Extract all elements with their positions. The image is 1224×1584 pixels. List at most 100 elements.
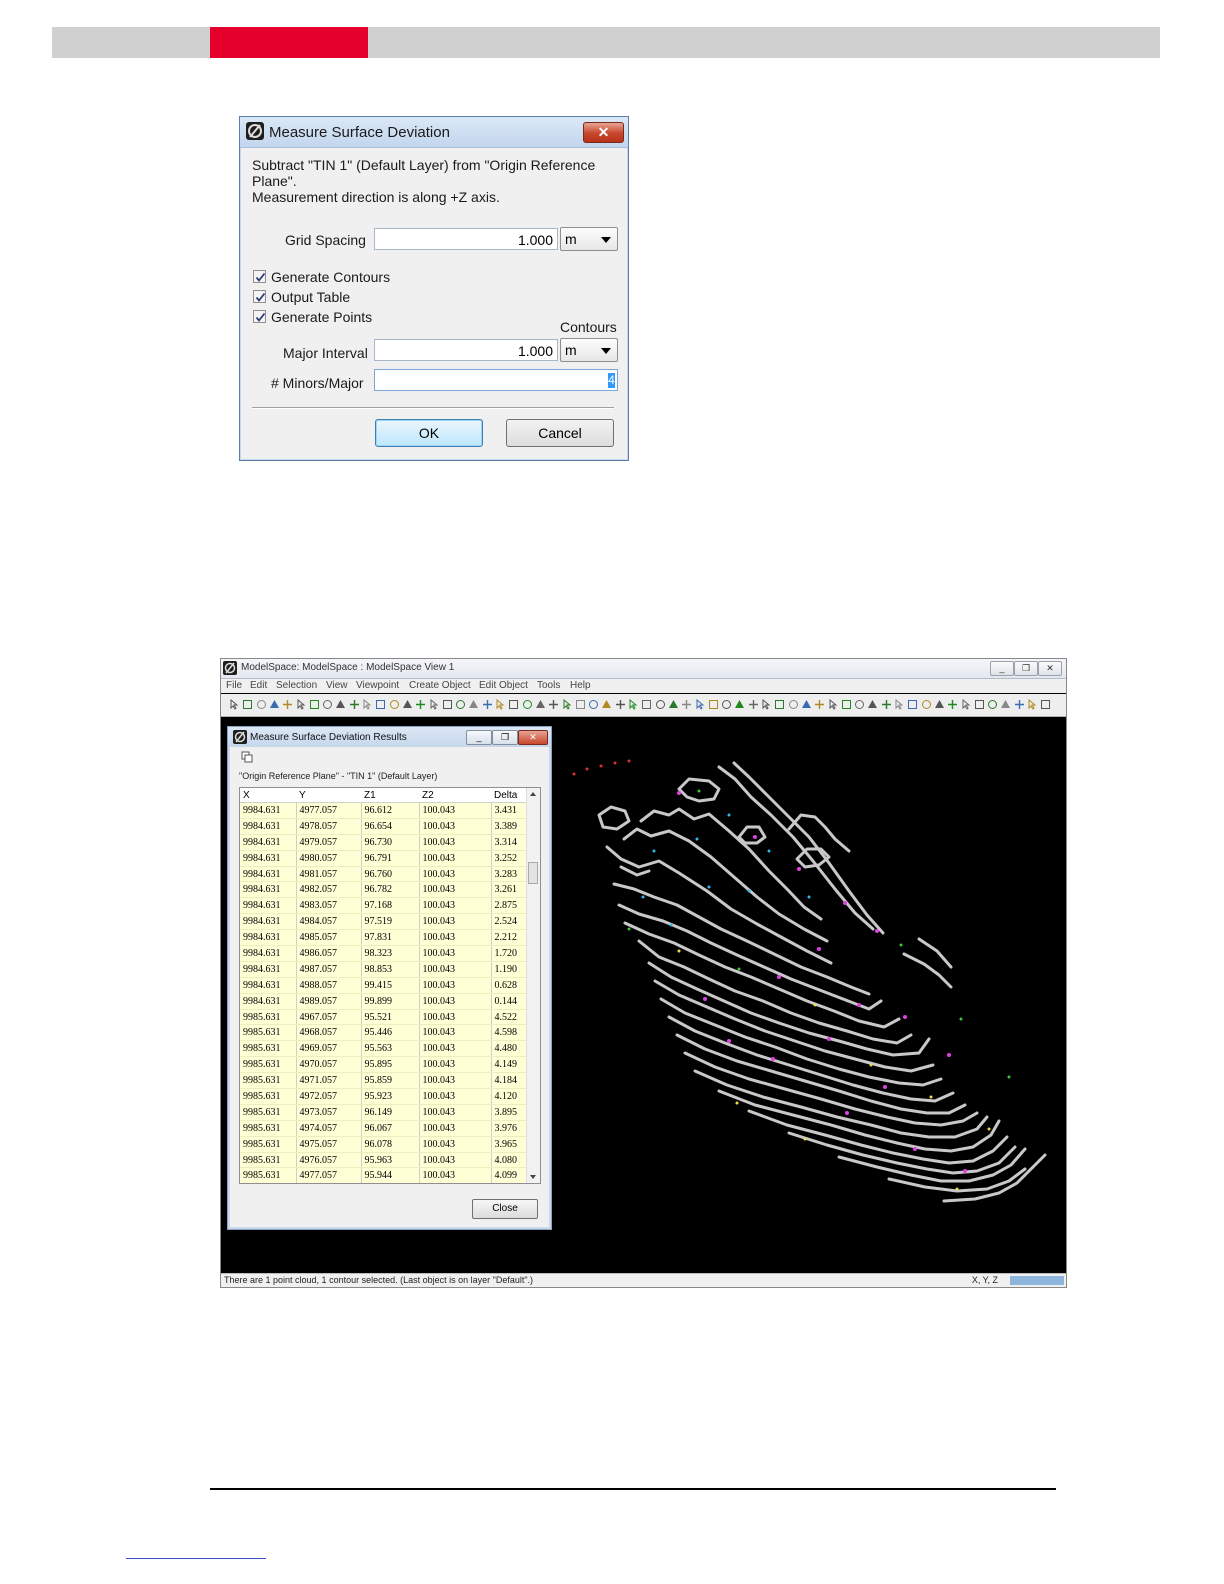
table-row[interactable]: 9984.631 4985.057 97.831 100.043 2.212 [240, 929, 531, 947]
toolbar-tool-icon[interactable] [774, 699, 785, 710]
toolbar-tool-icon[interactable] [482, 699, 493, 710]
table-row[interactable]: 9984.631 4983.057 97.168 100.043 2.875 [240, 897, 531, 915]
minimize-icon[interactable]: _ [466, 730, 492, 745]
toolbar-tool-icon[interactable] [508, 699, 519, 710]
column-header-x[interactable]: X [240, 788, 296, 803]
table-row[interactable]: 9985.631 4975.057 96.078 100.043 3.965 [240, 1136, 531, 1153]
toolbar-tool-icon[interactable] [601, 699, 612, 710]
toolbar-tool-icon[interactable] [322, 699, 333, 710]
toolbar-tool-icon[interactable] [349, 699, 360, 710]
toolbar-tool-icon[interactable] [708, 699, 719, 710]
toolbar-tool-icon[interactable] [628, 699, 639, 710]
major-interval-input[interactable]: 1.000 [374, 339, 558, 361]
table-row[interactable]: 9984.631 4978.057 96.654 100.043 3.389 [240, 818, 531, 835]
output-table-checkbox[interactable] [253, 290, 266, 303]
menu-file[interactable]: File [226, 680, 242, 691]
toolbar-tool-icon[interactable] [309, 699, 320, 710]
toolbar-tool-icon[interactable] [588, 699, 599, 710]
generate-contours-checkbox[interactable] [253, 270, 266, 283]
menu-help[interactable]: Help [570, 680, 591, 691]
menu-viewpoint[interactable]: Viewpoint [356, 680, 399, 691]
toolbar-tool-icon[interactable] [562, 699, 573, 710]
toolbar-tool-icon[interactable] [921, 699, 932, 710]
close-button[interactable]: Close [472, 1199, 538, 1219]
toolbar-tool-icon[interactable] [894, 699, 905, 710]
toolbar-tool-icon[interactable] [721, 699, 732, 710]
dialog-title-bar[interactable]: Measure Surface Deviation ✕ [240, 117, 628, 148]
footer-link-underline[interactable] [126, 1558, 266, 1559]
table-row[interactable]: 9985.631 4976.057 95.963 100.043 4.080 [240, 1152, 531, 1169]
toolbar-tool-icon[interactable] [296, 699, 307, 710]
scroll-thumb[interactable] [528, 862, 538, 884]
results-table[interactable]: X Y Z1 Z2 Delta 9984.631 4977.057 96.612 10… [239, 787, 541, 1184]
toolbar-tool-icon[interactable] [734, 699, 745, 710]
results-title-bar[interactable]: Measure Surface Deviation Results _ ❐ ✕ [228, 727, 551, 747]
column-header-z1[interactable]: Z1 [361, 788, 419, 803]
table-row[interactable]: 9984.631 4977.057 96.612 100.043 3.431 [240, 802, 531, 819]
column-header-y[interactable]: Y [296, 788, 361, 803]
results-scrollbar[interactable] [526, 788, 540, 1183]
toolbar-tool-icon[interactable] [282, 699, 293, 710]
toolbar-tool-icon[interactable] [947, 699, 958, 710]
toolbar-tool-icon[interactable] [867, 699, 878, 710]
toolbar-tool-icon[interactable] [1000, 699, 1011, 710]
toolbar-tool-icon[interactable] [841, 699, 852, 710]
restore-icon[interactable]: ❐ [1014, 661, 1038, 676]
close-icon[interactable]: ✕ [1038, 661, 1062, 676]
toolbar-tool-icon[interactable] [1040, 699, 1051, 710]
scroll-up-icon[interactable] [527, 789, 539, 799]
table-row[interactable]: 9984.631 4988.057 99.415 100.043 0.628 [240, 977, 531, 994]
toolbar-tool-icon[interactable] [495, 699, 506, 710]
table-row[interactable]: 9985.631 4970.057 95.895 100.043 4.149 [240, 1056, 531, 1074]
toolbar-tool-icon[interactable] [655, 699, 666, 710]
modelspace-title-bar[interactable]: ModelSpace: ModelSpace : ModelSpace View… [221, 659, 1066, 679]
toolbar-tool-icon[interactable] [881, 699, 892, 710]
toolbar-tool-icon[interactable] [748, 699, 759, 710]
toolbar-tool-icon[interactable] [229, 699, 240, 710]
column-header-z2[interactable]: Z2 [419, 788, 491, 803]
toolbar-tool-icon[interactable] [535, 699, 546, 710]
table-row[interactable]: 9984.631 4989.057 99.899 100.043 0.144 [240, 993, 531, 1010]
toolbar-tool-icon[interactable] [575, 699, 586, 710]
ok-button[interactable]: OK [375, 419, 483, 447]
toolbar-tool-icon[interactable] [695, 699, 706, 710]
toolbar-tool-icon[interactable] [615, 699, 626, 710]
table-row[interactable]: 9984.631 4979.057 96.730 100.043 3.314 [240, 834, 531, 851]
table-row[interactable]: 9985.631 4971.057 95.859 100.043 4.184 [240, 1072, 531, 1090]
toolbar-tool-icon[interactable] [681, 699, 692, 710]
minimize-icon[interactable]: _ [990, 661, 1014, 676]
toolbar-tool-icon[interactable] [668, 699, 679, 710]
toolbar-tool-icon[interactable] [788, 699, 799, 710]
close-icon[interactable]: ✕ [518, 730, 548, 745]
major-interval-unit-select[interactable]: m [560, 338, 618, 362]
menu-create-object[interactable]: Create Object [409, 680, 471, 691]
menu-view[interactable]: View [326, 680, 348, 691]
toolbar-tool-icon[interactable] [442, 699, 453, 710]
table-row[interactable]: 9985.631 4968.057 95.446 100.043 4.598 [240, 1024, 531, 1042]
toolbar-tool-icon[interactable] [761, 699, 772, 710]
menu-tools[interactable]: Tools [537, 680, 560, 691]
scroll-down-icon[interactable] [527, 1172, 539, 1182]
toolbar-tool-icon[interactable] [1027, 699, 1038, 710]
table-row[interactable]: 9985.631 4973.057 96.149 100.043 3.895 [240, 1104, 531, 1121]
3d-viewport[interactable] [559, 719, 1064, 1272]
toolbar-tool-icon[interactable] [641, 699, 652, 710]
table-row[interactable]: 9984.631 4981.057 96.760 100.043 3.283 [240, 866, 531, 883]
toolbar-tool-icon[interactable] [429, 699, 440, 710]
toolbar-tool-icon[interactable] [907, 699, 918, 710]
table-row[interactable]: 9984.631 4980.057 96.791 100.043 3.252 [240, 850, 531, 867]
copy-icon[interactable] [241, 751, 253, 763]
close-icon[interactable]: ✕ [583, 122, 624, 143]
toolbar-tool-icon[interactable] [548, 699, 559, 710]
table-row[interactable]: 9984.631 4982.057 96.782 100.043 3.261 [240, 881, 531, 899]
toolbar-tool-icon[interactable] [389, 699, 400, 710]
toolbar-tool-icon[interactable] [455, 699, 466, 710]
toolbar-tool-icon[interactable] [402, 699, 413, 710]
menu-selection[interactable]: Selection [276, 680, 317, 691]
toolbar-tool-icon[interactable] [362, 699, 373, 710]
toolbar-tool-icon[interactable] [269, 699, 280, 710]
menu-edit[interactable]: Edit [250, 680, 267, 691]
grid-spacing-input[interactable]: 1.000 [374, 228, 558, 250]
toolbar-tool-icon[interactable] [375, 699, 386, 710]
table-row[interactable]: 9985.631 4969.057 95.563 100.043 4.480 [240, 1040, 531, 1058]
